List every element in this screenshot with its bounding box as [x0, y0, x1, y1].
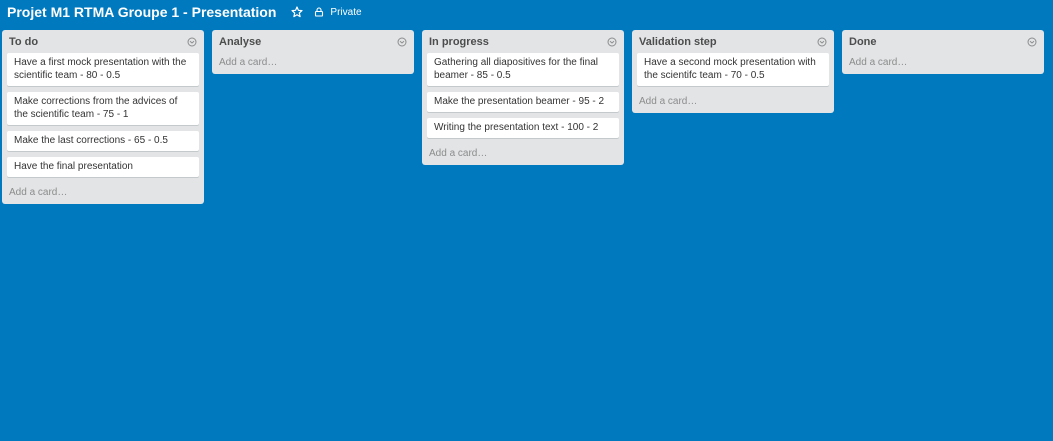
list-menu-icon[interactable]	[1027, 37, 1037, 47]
add-card-button[interactable]: Add a card…	[7, 183, 199, 204]
list-menu-icon[interactable]	[187, 37, 197, 47]
list-menu-icon[interactable]	[607, 37, 617, 47]
card[interactable]: Make corrections from the advices of the…	[7, 92, 199, 125]
card[interactable]: Make the last corrections - 65 - 0.5	[7, 131, 199, 151]
list-analyse: Analyse Add a card…	[212, 30, 414, 74]
add-card-button[interactable]: Add a card…	[427, 144, 619, 165]
list-to-do: To do Have a first mock presentation wit…	[2, 30, 204, 204]
list-in-progress: In progress Gathering all diapositives f…	[422, 30, 624, 165]
list-done: Done Add a card…	[842, 30, 1044, 74]
card[interactable]: Have a second mock presentation with the…	[637, 53, 829, 86]
list-header: Analyse	[217, 30, 409, 53]
list-header: In progress	[427, 30, 619, 53]
list-menu-icon[interactable]	[397, 37, 407, 47]
card[interactable]: Make the presentation beamer - 95 - 2	[427, 92, 619, 112]
lock-icon	[314, 7, 324, 17]
list-menu-icon[interactable]	[817, 37, 827, 47]
star-icon[interactable]	[291, 6, 304, 18]
list-header: To do	[7, 30, 199, 53]
board-title[interactable]: Projet M1 RTMA Groupe 1 - Presentation	[7, 4, 276, 20]
card[interactable]: Gathering all diapositives for the final…	[427, 53, 619, 86]
list-validation-step: Validation step Have a second mock prese…	[632, 30, 834, 113]
board-header: Projet M1 RTMA Groupe 1 - Presentation P…	[0, 0, 1053, 24]
visibility-label: Private	[330, 6, 362, 18]
add-card-button[interactable]: Add a card…	[847, 53, 1039, 74]
list-title[interactable]: In progress	[429, 36, 489, 48]
add-card-button[interactable]: Add a card…	[217, 53, 409, 74]
visibility-button[interactable]: Private	[314, 6, 362, 18]
add-card-button[interactable]: Add a card…	[637, 92, 829, 113]
card[interactable]: Have the final presentation	[7, 157, 199, 177]
list-title[interactable]: Validation step	[639, 36, 717, 48]
card[interactable]: Writing the presentation text - 100 - 2	[427, 118, 619, 138]
list-title[interactable]: Done	[849, 36, 877, 48]
card[interactable]: Have a first mock presentation with the …	[7, 53, 199, 86]
lists-container: To do Have a first mock presentation wit…	[2, 30, 1052, 204]
list-header: Done	[847, 30, 1039, 53]
list-title[interactable]: To do	[9, 36, 38, 48]
list-title[interactable]: Analyse	[219, 36, 261, 48]
list-header: Validation step	[637, 30, 829, 53]
